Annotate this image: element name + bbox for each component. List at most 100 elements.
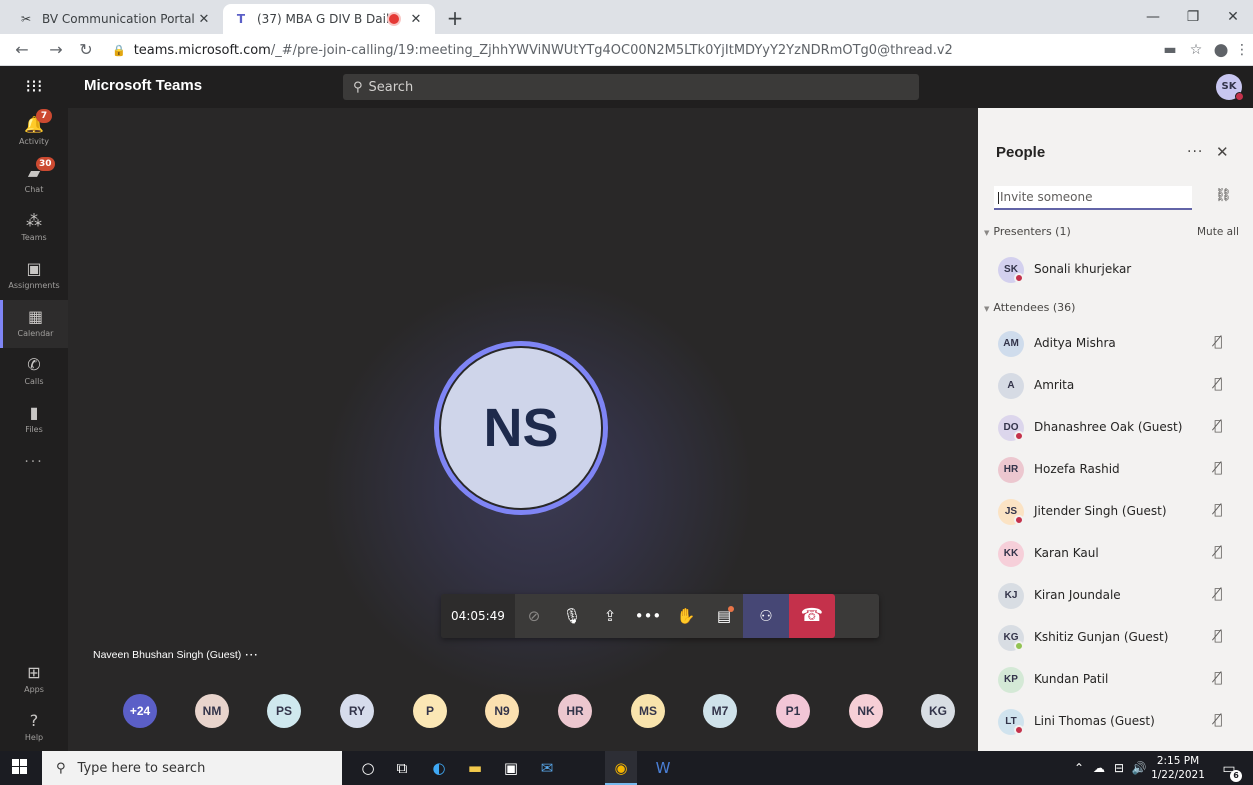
cast-icon[interactable]: ▬	[1158, 38, 1182, 62]
attendee-row[interactable]: KG Kshitiz Gunjan (Guest) 🎙̸	[978, 617, 1253, 659]
attendee-row[interactable]: JS Jitender Singh (Guest) 🎙̸	[978, 491, 1253, 533]
windows-start-icon[interactable]	[12, 759, 28, 775]
participant-avatar[interactable]: MS	[631, 694, 665, 728]
participant-avatar[interactable]: HR	[558, 694, 592, 728]
rail-more-apps[interactable]: ...	[0, 450, 68, 498]
tab-bv-portal[interactable]: ✂ BV Communication Portal ✕	[8, 4, 223, 34]
forward-arrow-icon[interactable]: →	[44, 38, 68, 62]
attendee-row[interactable]: DO Dhanashree Oak (Guest) 🎙̸	[978, 407, 1253, 449]
rail-item-apps[interactable]: ⊞ Apps	[0, 656, 68, 704]
cortana-icon[interactable]: ○	[352, 751, 384, 785]
restore-icon[interactable]: ❐	[1173, 0, 1213, 34]
presenter-row[interactable]: SK Sonali khurjekar	[978, 249, 1253, 291]
show-hidden-icons-icon[interactable]: ⌃	[1070, 751, 1088, 785]
overflow-participants-button[interactable]: +24	[123, 694, 157, 728]
raise-hand-icon[interactable]: ✋	[667, 594, 705, 638]
muted-mic-icon[interactable]: 🎙̸	[1214, 418, 1222, 434]
copy-link-icon[interactable]: ⛓	[1215, 188, 1232, 203]
mute-all-button[interactable]: Mute all	[1197, 226, 1239, 238]
chat-toggle-icon[interactable]: ▤	[705, 594, 743, 638]
close-tab-icon[interactable]: ✕	[407, 12, 425, 27]
app-launcher-icon[interactable]: ⁝⁝⁝	[22, 75, 46, 99]
attendee-row[interactable]: AM Aditya Mishra 🎙̸	[978, 323, 1253, 365]
rail-item-activity[interactable]: 🔔 7 Activity	[0, 108, 68, 156]
participant-avatar[interactable]: NM	[195, 694, 229, 728]
system-clock[interactable]: 2:15 PM 1/22/2021	[1150, 754, 1206, 782]
edge-browser-icon[interactable]: ◐	[423, 751, 455, 785]
assignments-icon: ▣	[26, 259, 42, 278]
rail-item-chat[interactable]: ▰ 30 Chat	[0, 156, 68, 204]
participant-avatar[interactable]: P1	[776, 694, 810, 728]
rail-item-help[interactable]: ? Help	[0, 704, 68, 752]
mail-icon[interactable]: ✉	[531, 751, 563, 785]
rail-item-files[interactable]: ▮ Files	[0, 396, 68, 444]
rail-item-teams[interactable]: ⁂ Teams	[0, 204, 68, 252]
action-center-icon[interactable]: ▭ 6	[1219, 759, 1242, 782]
participant-avatar[interactable]: PS	[267, 694, 301, 728]
attendee-row[interactable]: KK Karan Kaul 🎙̸	[978, 533, 1253, 575]
minimize-icon[interactable]: —	[1133, 0, 1173, 34]
reload-icon[interactable]: ↻	[74, 38, 98, 62]
participant-more-icon[interactable]: ···	[245, 649, 259, 661]
close-panel-icon[interactable]: ✕	[1216, 143, 1229, 161]
muted-mic-icon[interactable]: 🎙̸	[1214, 460, 1222, 476]
clock-date: 1/22/2021	[1151, 769, 1205, 781]
attendee-row[interactable]: LT Lini Thomas (Guest) 🎙̸	[978, 701, 1253, 743]
close-tab-icon[interactable]: ✕	[195, 12, 213, 27]
rail-item-calendar[interactable]: ▦ Calendar	[0, 300, 68, 348]
muted-mic-icon[interactable]: 🎙̸	[1214, 586, 1222, 602]
file-explorer-icon[interactable]: ▬	[459, 751, 491, 785]
address-bar[interactable]: 🔒 teams.microsoft.com/_#/pre-join-callin…	[112, 38, 1112, 62]
search-input[interactable]: ⚲ Search	[343, 74, 919, 100]
muted-mic-icon[interactable]: 🎙̸	[1214, 712, 1222, 728]
muted-mic-icon[interactable]: 🎙̸	[1214, 544, 1222, 560]
participant-avatar[interactable]: M7	[703, 694, 737, 728]
muted-mic-icon[interactable]: 🎙̸	[1214, 502, 1222, 518]
attendees-header[interactable]: ▼ Attendees (36)	[984, 301, 1075, 314]
chrome-icon[interactable]: ◉	[605, 751, 637, 785]
more-actions-icon[interactable]: •••	[629, 594, 667, 638]
muted-mic-icon[interactable]: 🎙̸	[1214, 334, 1222, 350]
browser-menu-icon[interactable]: ⋮	[1230, 38, 1253, 62]
back-arrow-icon[interactable]: ←	[10, 38, 34, 62]
new-tab-button[interactable]: +	[443, 7, 467, 31]
avatar: LT	[998, 709, 1024, 735]
busy-status-icon	[1014, 431, 1024, 441]
presenters-header[interactable]: ▼ Presenters (1)	[984, 225, 1071, 238]
call-timer: 04:05:49	[441, 594, 515, 638]
onedrive-icon[interactable]: ☁	[1090, 751, 1108, 785]
participant-avatar[interactable]: RY	[340, 694, 374, 728]
store-icon[interactable]: ▣	[495, 751, 527, 785]
word-icon[interactable]: W	[647, 751, 679, 785]
window-close-icon[interactable]: ✕	[1213, 0, 1253, 34]
presenters-label: Presenters (1)	[993, 225, 1071, 238]
task-view-icon[interactable]: ⧉	[386, 751, 418, 785]
phone-icon: ✆	[27, 355, 41, 374]
taskbar-search-input[interactable]: ⚲ Type here to search	[42, 751, 342, 785]
tab-teams-meeting[interactable]: T (37) MBA G DIV B Daily Lectu ✕	[223, 4, 435, 34]
participant-avatar[interactable]: P	[413, 694, 447, 728]
panel-more-icon[interactable]: ···	[1187, 144, 1203, 160]
network-icon[interactable]: ⊟	[1110, 751, 1128, 785]
bookmark-star-icon[interactable]: ☆	[1184, 38, 1208, 62]
participant-avatar[interactable]: N9	[485, 694, 519, 728]
microphone-icon[interactable]: 🎙	[553, 594, 591, 638]
muted-mic-icon[interactable]: 🎙̸	[1214, 628, 1222, 644]
camera-off-icon[interactable]: ⊘	[515, 594, 553, 638]
share-screen-icon[interactable]: ⇪	[591, 594, 629, 638]
rail-item-calls[interactable]: ✆ Calls	[0, 348, 68, 396]
muted-mic-icon[interactable]: 🎙̸	[1214, 376, 1222, 392]
attendee-row[interactable]: KJ Kiran Joundale 🎙̸	[978, 575, 1253, 617]
attendee-row[interactable]: HR Hozefa Rashid 🎙̸	[978, 449, 1253, 491]
hang-up-icon[interactable]: ☎	[789, 594, 835, 638]
participants-icon[interactable]: ⚇	[743, 594, 789, 638]
volume-icon[interactable]: 🔊	[1130, 751, 1148, 785]
participant-avatar[interactable]: NK	[849, 694, 883, 728]
attendee-row[interactable]: A Amrita 🎙̸	[978, 365, 1253, 407]
attendee-row[interactable]: KP Kundan Patil 🎙̸	[978, 659, 1253, 701]
participant-avatar[interactable]: KG	[921, 694, 955, 728]
user-avatar[interactable]: SK	[1216, 74, 1244, 101]
rail-item-assignments[interactable]: ▣ Assignments	[0, 252, 68, 300]
muted-mic-icon[interactable]: 🎙̸	[1214, 670, 1222, 686]
invite-input[interactable]: Invite someone	[994, 186, 1192, 210]
